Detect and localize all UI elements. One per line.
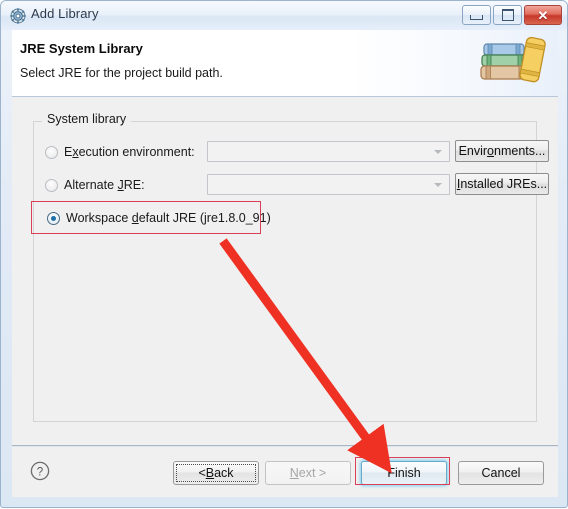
maximize-icon — [501, 9, 514, 21]
option-workspace-default-jre[interactable]: Workspace default JRE (jre1.8.0_91) — [47, 207, 271, 229]
close-button[interactable]: ✕ — [524, 5, 562, 25]
radio-execution-environment[interactable] — [45, 145, 58, 159]
window-title: Add Library — [31, 6, 99, 21]
label-execution-environment: Execution environment: — [64, 145, 195, 159]
next-button: Next > — [265, 461, 351, 485]
finish-button[interactable]: Finish — [361, 461, 447, 485]
title-bar: Add Library ✕ — [1, 1, 567, 30]
window-controls: ✕ — [462, 5, 562, 25]
installed-jres-button[interactable]: Installed JREs... — [455, 173, 549, 195]
svg-text:?: ? — [37, 466, 43, 478]
library-gear-icon — [10, 8, 26, 24]
system-library-group — [33, 121, 537, 422]
option-execution-environment[interactable]: Execution environment: — [45, 141, 195, 163]
help-question-icon[interactable]: ? — [30, 461, 50, 481]
system-library-legend: System library — [42, 112, 132, 126]
combo-alternate-jre[interactable] — [207, 174, 450, 195]
dialog-footer: ? < Back Next > Finish Cancel — [12, 447, 558, 497]
maximize-button[interactable] — [493, 5, 522, 25]
minimize-icon — [470, 14, 483, 20]
add-library-dialog: Add Library ✕ JRE System Library Select … — [0, 0, 568, 508]
combo-execution-environment[interactable] — [207, 141, 450, 162]
option-alternate-jre[interactable]: Alternate JRE: — [45, 174, 145, 196]
label-alternate-jre: Alternate JRE: — [64, 178, 145, 192]
radio-alternate-jre[interactable] — [45, 178, 58, 192]
label-workspace-default-jre: Workspace default JRE (jre1.8.0_91) — [66, 211, 271, 225]
books-stack-icon — [476, 34, 552, 90]
wizard-header: JRE System Library Select JRE for the pr… — [12, 30, 558, 97]
cancel-button[interactable]: Cancel — [458, 461, 544, 485]
back-button[interactable]: < Back — [173, 461, 259, 485]
page-title: JRE System Library — [20, 41, 143, 56]
chevron-down-icon — [434, 150, 442, 154]
radio-workspace-default-jre[interactable] — [47, 211, 60, 225]
minimize-button[interactable] — [462, 5, 491, 25]
page-subtitle: Select JRE for the project build path. — [20, 66, 223, 80]
dialog-content: System library Execution environment: En… — [12, 97, 558, 446]
chevron-down-icon — [434, 183, 442, 187]
close-icon: ✕ — [537, 7, 549, 23]
environments-button[interactable]: Envir o nments... — [455, 140, 549, 162]
